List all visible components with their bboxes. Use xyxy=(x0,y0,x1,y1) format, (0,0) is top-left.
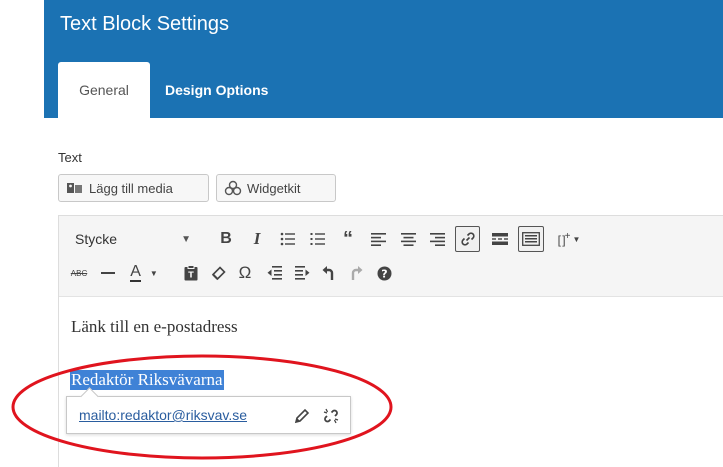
align-left-icon xyxy=(370,232,386,246)
svg-text:?: ? xyxy=(381,267,387,280)
special-character-button[interactable]: Ω xyxy=(233,261,257,285)
widgetkit-label: Widgetkit xyxy=(247,180,301,196)
chevron-down-icon: ▼ xyxy=(572,234,581,244)
bullet-list-icon xyxy=(280,232,295,246)
insert-link-button[interactable] xyxy=(455,226,480,252)
blockquote-icon: “ xyxy=(343,227,353,250)
italic-button[interactable]: I xyxy=(245,227,269,251)
align-right-icon xyxy=(429,232,445,246)
read-more-button[interactable] xyxy=(488,227,512,251)
dialog-title: Text Block Settings xyxy=(60,13,229,35)
help-icon: ? xyxy=(377,266,391,280)
text-editor: Stycke ▼ B I “ [ ]+ ▼ ABC A ▼ T Ω ? Länk… xyxy=(58,215,723,467)
undo-button[interactable] xyxy=(317,261,341,285)
link-icon xyxy=(460,232,475,246)
add-media-button[interactable]: Lägg till media xyxy=(58,174,209,202)
numbered-list-button[interactable] xyxy=(306,227,330,251)
align-left-button[interactable] xyxy=(366,227,390,251)
bold-icon: B xyxy=(220,230,232,247)
toolbar-toggle-button[interactable] xyxy=(518,226,544,252)
editor-toolbar: Stycke ▼ B I “ [ ]+ ▼ ABC A ▼ T Ω ? xyxy=(59,216,723,297)
horizontal-line-icon xyxy=(101,272,115,274)
dialog-header: Text Block Settings General Design Optio… xyxy=(44,0,723,118)
selected-link-text[interactable]: Redaktör Riksvävarna xyxy=(70,370,224,390)
popup-arrow xyxy=(80,387,99,406)
svg-text:T: T xyxy=(188,271,194,280)
chevron-down-icon: ▼ xyxy=(181,233,191,245)
edit-link-button[interactable] xyxy=(292,406,312,426)
format-select-value: Stycke xyxy=(75,231,118,247)
align-right-button[interactable] xyxy=(425,227,449,251)
horizontal-line-button[interactable] xyxy=(96,261,120,285)
media-icon xyxy=(66,181,84,195)
bold-button[interactable]: B xyxy=(214,227,238,251)
paste-as-text-button[interactable]: T xyxy=(179,261,203,285)
indent-button[interactable] xyxy=(290,261,314,285)
blockquote-button[interactable]: “ xyxy=(336,227,360,251)
page-gutter xyxy=(0,0,44,466)
outdent-button[interactable] xyxy=(262,261,286,285)
paste-text-icon: T xyxy=(184,265,198,281)
chevron-down-icon: ▼ xyxy=(149,268,158,278)
numbered-list-icon xyxy=(310,233,325,245)
omega-icon: Ω xyxy=(238,263,252,282)
read-more-icon xyxy=(492,233,508,245)
help-button[interactable]: ? xyxy=(372,261,396,285)
shortcode-button[interactable]: [ ]+ ▼ xyxy=(552,227,586,251)
unlink-icon xyxy=(323,408,339,424)
toolbar-toggle-icon xyxy=(522,232,540,246)
content-paragraph: Länk till en e-postadress xyxy=(71,317,238,336)
strikethrough-button[interactable]: ABC xyxy=(67,261,91,285)
text-color-icon: A xyxy=(130,263,141,282)
shortcode-icon: [ ]+ xyxy=(557,231,571,247)
editor-content-area[interactable]: Länk till en e-postadress Redaktör Riksv… xyxy=(59,297,723,467)
add-media-label: Lägg till media xyxy=(89,180,173,196)
widgetkit-button[interactable]: Widgetkit xyxy=(216,174,336,202)
redo-icon xyxy=(351,266,363,280)
redo-button[interactable] xyxy=(344,261,368,285)
widgetkit-icon xyxy=(224,180,242,196)
align-center-icon xyxy=(400,232,416,246)
tab-general[interactable]: General xyxy=(58,62,150,118)
eraser-icon xyxy=(211,265,226,280)
indent-icon xyxy=(294,266,309,280)
text-field-label: Text xyxy=(58,150,82,165)
remove-link-button[interactable] xyxy=(321,406,341,426)
tab-design-options[interactable]: Design Options xyxy=(165,62,268,118)
italic-icon: I xyxy=(253,229,261,248)
link-inline-toolbar: mailto:redaktor@riksvav.se xyxy=(66,387,351,434)
outdent-icon xyxy=(267,266,282,280)
pencil-icon xyxy=(294,408,310,424)
text-color-button[interactable]: A ▼ xyxy=(123,261,165,285)
link-url[interactable]: mailto:redaktor@riksvav.se xyxy=(79,407,247,423)
strikethrough-icon: ABC xyxy=(70,268,88,278)
paragraph-format-select[interactable]: Stycke ▼ xyxy=(69,226,197,252)
bullet-list-button[interactable] xyxy=(276,227,300,251)
align-center-button[interactable] xyxy=(396,227,420,251)
clear-formatting-button[interactable] xyxy=(206,261,230,285)
undo-icon xyxy=(322,266,334,280)
